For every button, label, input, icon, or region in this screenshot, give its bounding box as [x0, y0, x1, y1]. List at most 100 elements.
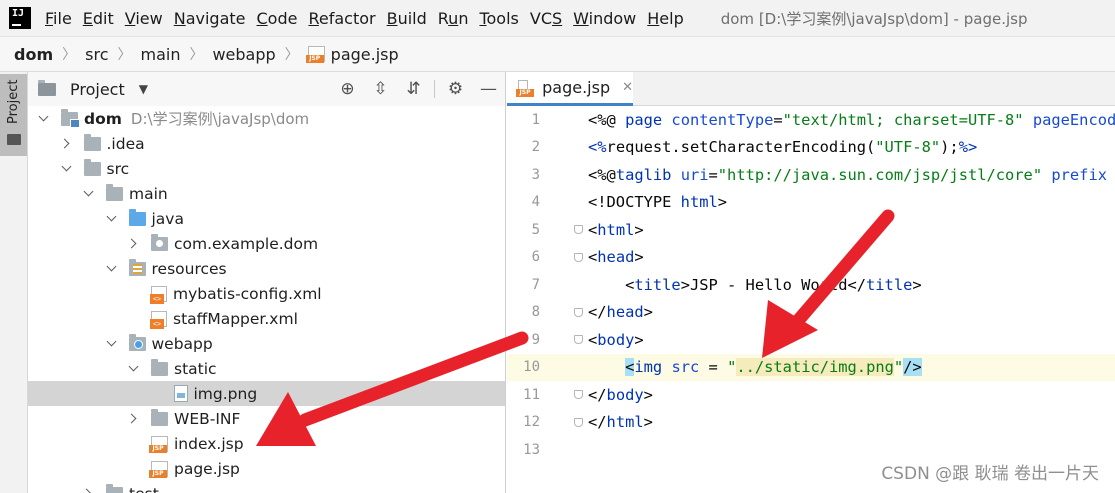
menu-vcs[interactable]: VCS	[530, 9, 562, 28]
target-icon[interactable]: ⊕	[331, 79, 364, 99]
code-line[interactable]: 1 <%@ page contentType="text/html; charse…	[507, 106, 1115, 134]
jsp-file-icon	[149, 460, 168, 478]
image-file-icon	[173, 385, 188, 402]
tree-item-label: img.png	[193, 384, 258, 403]
tree-item[interactable]: page.jsp	[28, 456, 505, 481]
code-line[interactable]: 10 <img src = "../static/img.png"/>	[507, 353, 1115, 381]
tree-item[interactable]: java	[28, 206, 505, 231]
menu-edit[interactable]: Edit	[83, 9, 114, 28]
chevron-right-icon[interactable]	[129, 414, 139, 424]
chevron-right-icon[interactable]	[84, 489, 94, 493]
breadcrumb-file[interactable]: page.jsp	[305, 45, 399, 64]
breadcrumb: dom 〉 src 〉 main 〉 webapp 〉 page.jsp	[0, 36, 1115, 72]
tree-item[interactable]: mybatis-config.xml	[28, 281, 505, 306]
tree-item[interactable]: dom D:\学习案例\javaJsp\dom	[28, 106, 505, 131]
tree-item-label: test	[129, 485, 159, 493]
window-title: dom [D:\学习案例\javaJsp\dom] - page.jsp	[720, 9, 1028, 28]
tree-item[interactable]: static	[28, 356, 505, 381]
code-line[interactable]: 11 </body>	[507, 381, 1115, 409]
code-line[interactable]: 12 </html>	[507, 409, 1115, 437]
code-line[interactable]: 4 <!DOCTYPE html>	[507, 189, 1115, 217]
tree-item[interactable]: src	[28, 156, 505, 181]
fold-marker-icon[interactable]	[574, 417, 583, 427]
code-line[interactable]: 8 </head>	[507, 299, 1115, 327]
tab-page-jsp[interactable]: page.jsp ✕	[507, 72, 633, 106]
chevron-down-icon[interactable]	[39, 114, 49, 124]
code-token: html	[606, 413, 644, 432]
gear-icon[interactable]: ⚙	[439, 79, 472, 99]
tree-item[interactable]: staffMapper.xml	[28, 306, 505, 331]
menu-refactor[interactable]: Refactor	[308, 9, 375, 28]
code-token: prefix	[1051, 165, 1107, 184]
code-token: >	[643, 413, 653, 432]
expand-all-icon[interactable]: ⇳	[364, 79, 397, 99]
chevron-right-icon: 〉	[284, 47, 299, 63]
code-line[interactable]: 9 <body>	[507, 326, 1115, 354]
project-tool-tab[interactable]: Project	[0, 74, 27, 156]
chevron-down-icon[interactable]: ▼	[139, 82, 148, 96]
code-line[interactable]: 6 <head>	[507, 244, 1115, 272]
breadcrumb-webapp[interactable]: webapp	[212, 45, 275, 64]
code-text: </html>	[588, 413, 653, 431]
line-number: 3	[531, 166, 540, 183]
tree-item[interactable]: img.png	[28, 381, 505, 406]
tree-item[interactable]: main	[28, 181, 505, 206]
tree-item-label: dom	[84, 109, 122, 128]
intellij-logo-icon[interactable]: IJ	[6, 4, 34, 32]
code-line[interactable]: 7 <title>JSP - Hello World</title>	[507, 271, 1115, 299]
menu-code[interactable]: Code	[257, 9, 298, 28]
tree-item[interactable]: webapp	[28, 331, 505, 356]
line-number: 6	[531, 249, 540, 266]
project-panel-title[interactable]: Project	[70, 80, 125, 99]
code-line[interactable]: 2 <%request.setCharacterEncoding("UTF-8")…	[507, 134, 1115, 162]
fold-marker-icon[interactable]	[574, 390, 583, 400]
line-number: 9	[531, 331, 540, 348]
breadcrumb-src[interactable]: src	[85, 45, 108, 64]
code-token: >	[643, 303, 653, 322]
chevron-right-icon[interactable]	[62, 139, 72, 149]
chevron-down-icon[interactable]	[129, 364, 139, 374]
tree-item[interactable]: com.example.dom	[28, 231, 505, 256]
chevron-down-icon[interactable]	[107, 264, 117, 274]
line-number: 12	[523, 414, 540, 431]
menu-file[interactable]: File	[45, 9, 72, 28]
menu-navigate[interactable]: Navigate	[174, 9, 246, 28]
code-line[interactable]: 3 <%@taglib uri="http://java.sun.com/jsp/…	[507, 161, 1115, 189]
menu-run[interactable]: Run	[438, 9, 469, 28]
breadcrumb-project[interactable]: dom	[14, 45, 53, 64]
tree-item[interactable]: test	[28, 481, 505, 493]
menu-help[interactable]: Help	[647, 9, 683, 28]
tool-window-stripe: Project	[0, 72, 28, 493]
code-area[interactable]: 1 <%@ page contentType="text/html; charse…	[507, 106, 1115, 493]
code-token: title	[866, 275, 913, 294]
menu-build[interactable]: Build	[387, 9, 427, 28]
code-token: <!DOCTYPE	[588, 193, 681, 212]
chevron-right-icon[interactable]	[129, 239, 139, 249]
breadcrumb-main[interactable]: main	[140, 45, 180, 64]
fold-marker-icon[interactable]	[574, 335, 583, 345]
chevron-down-icon[interactable]	[107, 339, 117, 349]
chevron-down-icon[interactable]	[62, 164, 72, 174]
menu-window[interactable]: Window	[573, 9, 636, 28]
chevron-down-icon[interactable]	[84, 189, 94, 199]
code-text: <%@taglib uri="http://java.sun.com/jsp/j…	[588, 166, 1107, 184]
tree-item[interactable]: resources	[28, 256, 505, 281]
code-token: <	[588, 275, 635, 294]
menu-items: File Edit View Navigate Code Refactor Build Run…	[45, 9, 695, 28]
tree-item[interactable]: WEB-INF	[28, 406, 505, 431]
tree-item[interactable]: .idea	[28, 131, 505, 156]
fold-marker-icon[interactable]	[574, 307, 583, 317]
tree-item[interactable]: index.jsp	[28, 431, 505, 456]
code-token: <	[625, 358, 635, 377]
fold-marker-icon[interactable]	[574, 225, 583, 235]
minimize-icon[interactable]: —	[472, 79, 505, 99]
menu-tools[interactable]: Tools	[479, 9, 518, 28]
line-number: 8	[531, 304, 540, 321]
menu-view[interactable]: View	[125, 9, 163, 28]
package-icon	[151, 233, 168, 251]
close-icon[interactable]: ✕	[622, 80, 633, 95]
code-line[interactable]: 5 <html>	[507, 216, 1115, 244]
fold-marker-icon[interactable]	[574, 252, 583, 262]
chevron-down-icon[interactable]	[107, 214, 117, 224]
collapse-all-icon[interactable]: ⇵	[397, 79, 430, 99]
